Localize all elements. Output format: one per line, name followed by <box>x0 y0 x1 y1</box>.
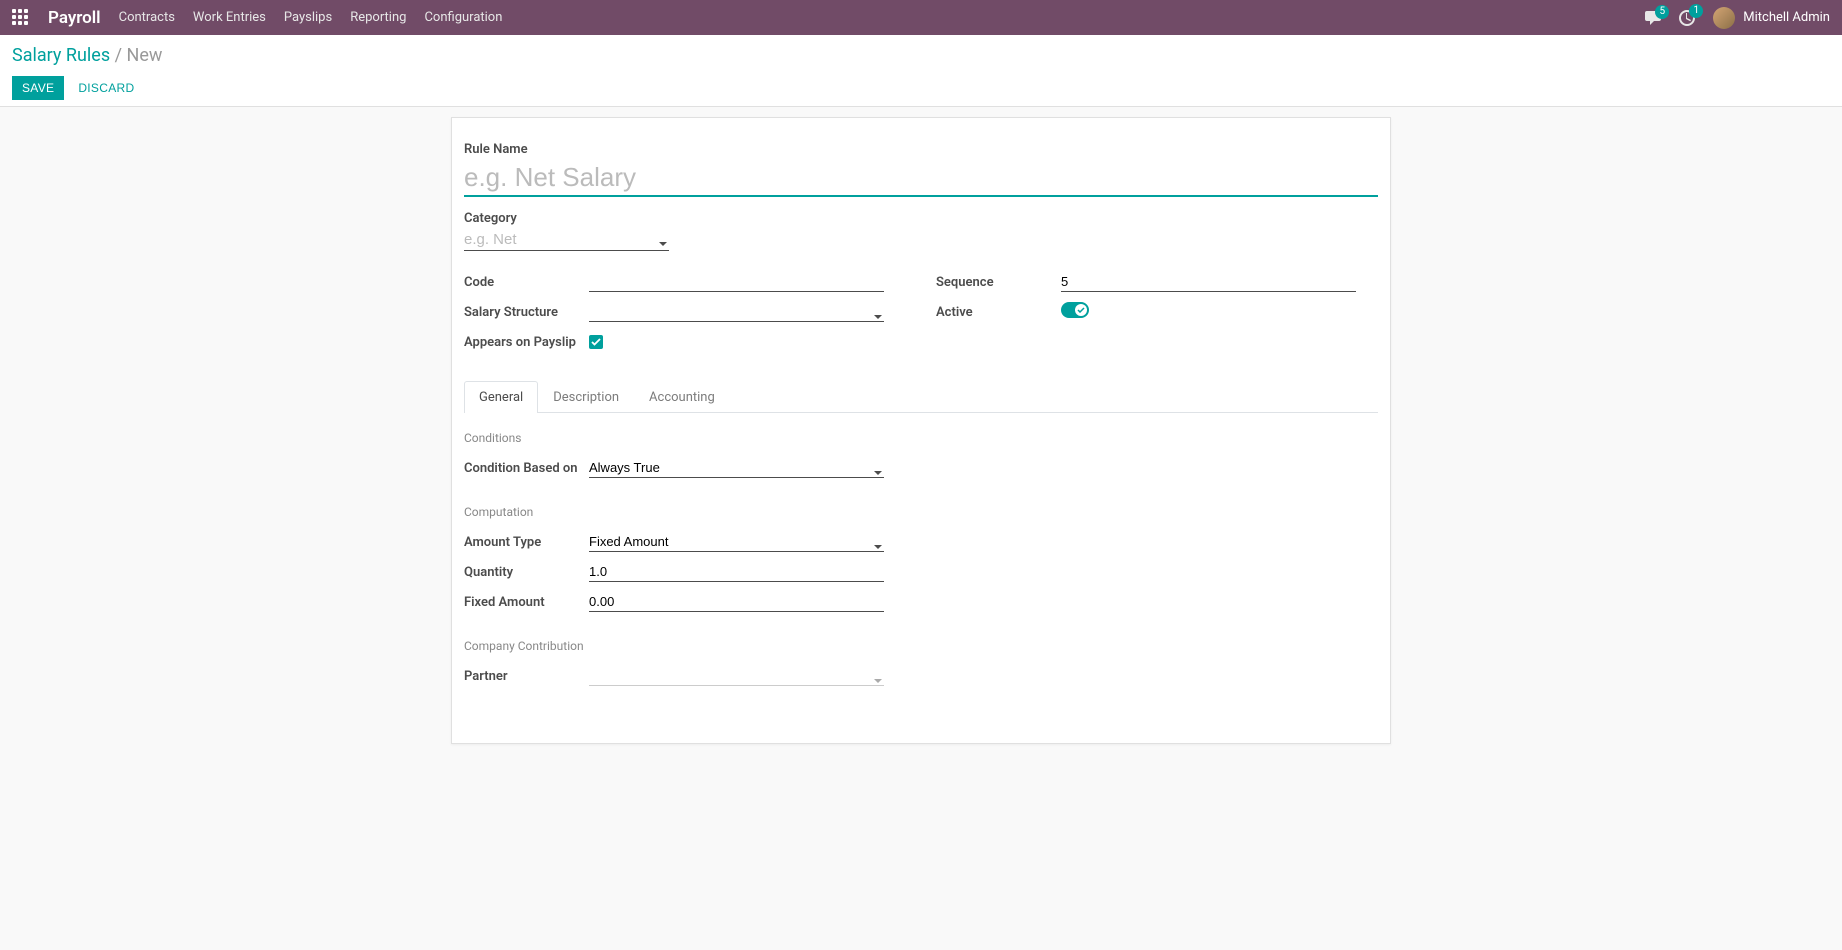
user-name: Mitchell Admin <box>1743 10 1830 25</box>
nav-payslips[interactable]: Payslips <box>284 10 332 25</box>
active-label: Active <box>936 305 1061 320</box>
breadcrumb: Salary Rules / New <box>12 45 1830 66</box>
avatar <box>1713 7 1735 29</box>
amount-type-select[interactable] <box>589 532 884 552</box>
category-input[interactable] <box>464 229 669 251</box>
fixed-amount-label: Fixed Amount <box>464 595 589 610</box>
nav-work-entries[interactable]: Work Entries <box>193 10 266 25</box>
user-menu[interactable]: Mitchell Admin <box>1713 7 1830 29</box>
active-toggle[interactable] <box>1061 302 1089 318</box>
code-label: Code <box>464 275 589 290</box>
sequence-label: Sequence <box>936 275 1061 290</box>
code-input[interactable] <box>589 272 884 292</box>
tab-description[interactable]: Description <box>538 381 634 413</box>
app-name[interactable]: Payroll <box>48 8 101 28</box>
section-company-contribution-title: Company Contribution <box>464 639 1378 653</box>
nav-configuration[interactable]: Configuration <box>424 10 502 25</box>
save-button[interactable]: SAVE <box>12 76 64 100</box>
quantity-label: Quantity <box>464 565 589 580</box>
form-tabs: General Description Accounting <box>464 381 1378 413</box>
section-conditions-title: Conditions <box>464 431 1378 445</box>
fixed-amount-input[interactable] <box>589 592 884 612</box>
condition-based-on-select[interactable] <box>589 458 884 478</box>
messages-icon[interactable]: 5 <box>1645 11 1661 25</box>
rule-name-input[interactable] <box>464 160 1378 197</box>
messages-badge: 5 <box>1655 5 1669 19</box>
nav-contracts[interactable]: Contracts <box>119 10 175 25</box>
tab-general[interactable]: General <box>464 381 538 413</box>
form-sheet: Rule Name Category Code Salary Structure <box>451 117 1391 744</box>
salary-structure-label: Salary Structure <box>464 305 589 320</box>
partner-label: Partner <box>464 669 589 684</box>
appears-on-payslip-checkbox[interactable] <box>589 335 603 349</box>
category-label: Category <box>464 211 669 226</box>
tab-accounting[interactable]: Accounting <box>634 381 730 413</box>
activities-badge: 1 <box>1689 4 1703 18</box>
amount-type-label: Amount Type <box>464 535 589 550</box>
condition-based-on-label: Condition Based on <box>464 461 589 476</box>
section-computation-title: Computation <box>464 505 1378 519</box>
apps-icon[interactable] <box>12 9 30 27</box>
salary-structure-input[interactable] <box>589 302 884 322</box>
sequence-input[interactable] <box>1061 272 1356 292</box>
appears-on-payslip-label: Appears on Payslip <box>464 335 589 350</box>
partner-input[interactable] <box>589 666 884 686</box>
quantity-input[interactable] <box>589 562 884 582</box>
rule-name-label: Rule Name <box>464 142 1378 157</box>
breadcrumb-link[interactable]: Salary Rules <box>12 45 110 66</box>
breadcrumb-current: New <box>127 45 163 66</box>
control-panel: Salary Rules / New SAVE DISCARD <box>0 35 1842 107</box>
activities-icon[interactable]: 1 <box>1679 10 1695 26</box>
discard-button[interactable]: DISCARD <box>68 76 144 100</box>
nav-reporting[interactable]: Reporting <box>350 10 406 25</box>
top-navbar: Payroll Contracts Work Entries Payslips … <box>0 0 1842 35</box>
